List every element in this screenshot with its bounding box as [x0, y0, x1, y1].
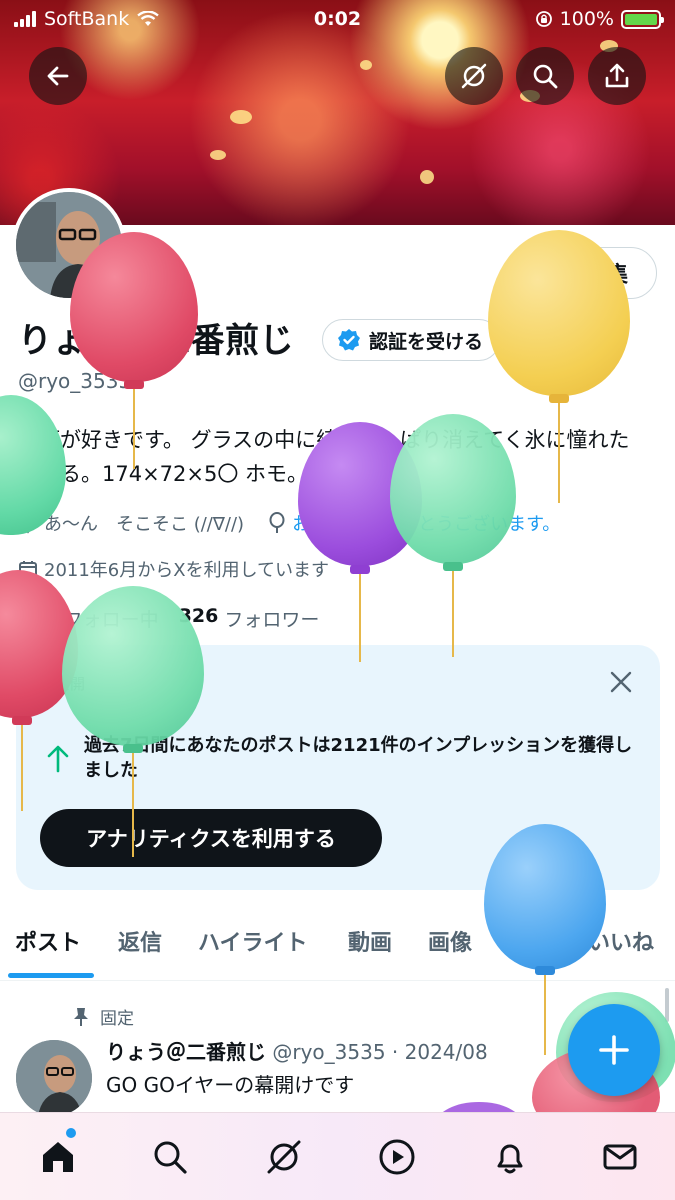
profile-tabs: ポスト 返信 ハイライト 動画 画像 記事 いいね [0, 915, 675, 981]
impressions-text: 過去7日間にあなたのポストは2121件のインプレッションを獲得しました [84, 735, 633, 781]
tab-articles[interactable]: 記事 [508, 925, 552, 957]
follow-stats: 428 フォロー中 326 フォロワー [18, 605, 319, 632]
notifications-icon [497, 1144, 523, 1174]
back-arrow-icon [47, 66, 69, 86]
bottom-navigation [0, 1112, 675, 1200]
pinned-indicator: 固定 [72, 1004, 134, 1029]
search-icon [154, 1141, 187, 1174]
nav-grok[interactable] [262, 1135, 306, 1179]
search-icon [533, 64, 558, 89]
pin-icon [74, 1007, 88, 1026]
nav-notifications[interactable] [488, 1135, 532, 1179]
tab-videos[interactable]: 動画 [348, 925, 392, 957]
share-icon [605, 63, 629, 88]
verified-badge-icon [338, 329, 360, 351]
plus-icon [599, 1035, 629, 1065]
calendar-icon [19, 561, 37, 578]
following-label[interactable]: フォロー中 [64, 605, 159, 632]
battery-icon [621, 9, 664, 29]
nav-home[interactable] [36, 1135, 80, 1179]
balloon-icon [269, 512, 285, 533]
tab-likes[interactable]: いいね [588, 925, 654, 957]
grok-icon [267, 1140, 301, 1174]
nav-search[interactable] [148, 1135, 192, 1179]
compose-post-button[interactable] [568, 1004, 660, 1096]
post-handle-date: @ryo_3535 · 2024/08 [272, 1040, 488, 1064]
followers-label[interactable]: フォロワー [224, 605, 319, 632]
location-icon [19, 512, 37, 534]
status-bar: SoftBank 0:02 100% [0, 0, 675, 40]
profile-birthday-link[interactable]: お誕生日おめでとうございます。 [292, 510, 560, 536]
profile-meta-location-birthday: あ〜ん そこそこ (//∇//) お誕生日おめでとうございます。 [18, 510, 560, 536]
get-verified-button[interactable]: 認証を受ける [322, 319, 501, 361]
tab-posts[interactable]: ポスト [15, 925, 81, 957]
profile-name: りょう＠二番煎じ [18, 321, 294, 361]
post-avatar[interactable] [16, 1040, 92, 1116]
home-icon [43, 1142, 73, 1172]
nav-messages[interactable] [598, 1135, 642, 1179]
close-icon[interactable] [608, 669, 634, 695]
scrollbar[interactable] [665, 988, 669, 1022]
profile-location: あ〜ん そこそこ (//∇//) [44, 514, 245, 535]
get-verified-label: 認証を受ける [369, 330, 484, 353]
profile-handle: @ryo_3535 [18, 369, 132, 393]
trend-up-arrow-icon [47, 745, 69, 773]
private-label: 非公開 [40, 675, 86, 693]
tab-images[interactable]: 画像 [428, 925, 472, 957]
edit-profile-button[interactable]: 編集 [555, 247, 657, 299]
home-notification-dot [66, 1128, 76, 1138]
profile-bio: お酒が好きです。 グラスの中に綺麗さっぱり消えてく氷に憧れたりする。174×72… [18, 428, 630, 486]
nav-video[interactable] [375, 1135, 419, 1179]
share-button[interactable] [588, 47, 646, 105]
followers-count[interactable]: 326 [179, 605, 219, 632]
tab-highlights[interactable]: ハイライト [198, 925, 308, 957]
battery-percent: 100% [559, 8, 614, 30]
active-tab-indicator [8, 973, 94, 978]
grok-icon [461, 63, 487, 89]
following-count[interactable]: 428 [18, 605, 58, 632]
video-icon [379, 1139, 415, 1175]
profile-joined: 2011年6月からXを利用しています [44, 560, 330, 581]
grok-button[interactable] [445, 47, 503, 105]
post-header: りょう＠二番煎じ @ryo_3535 · 2024/08 [106, 1036, 488, 1065]
use-analytics-button[interactable]: アナリティクスを利用する [40, 809, 382, 867]
pinned-label: 固定 [100, 1009, 134, 1029]
search-button[interactable] [516, 47, 574, 105]
messages-icon [603, 1144, 637, 1170]
analytics-card: 非公開 過去7日間にあなたのポストは2121件のインプレッションを獲得しました … [16, 645, 660, 890]
back-button[interactable] [29, 47, 87, 105]
tab-replies[interactable]: 返信 [118, 925, 162, 957]
post-author[interactable]: りょう＠二番煎じ [106, 1040, 266, 1064]
post-text[interactable]: GO GOイヤーの幕開けです [106, 1069, 354, 1098]
profile-avatar[interactable] [12, 188, 126, 302]
profile-joined-row: 2011年6月からXを利用しています [18, 556, 329, 582]
orientation-lock-icon [535, 11, 552, 27]
